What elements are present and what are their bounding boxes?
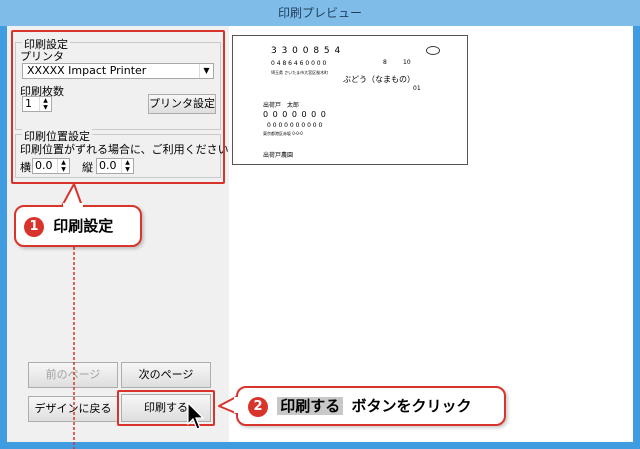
callout-click-print: 2 印刷する ボタンをクリック bbox=[236, 386, 506, 426]
callout-2-pointer-cover bbox=[234, 397, 239, 413]
callout-2-tag: 印刷する bbox=[277, 397, 344, 415]
callout-1-pointer-cover bbox=[63, 203, 83, 207]
callout-2-number: 2 bbox=[248, 396, 268, 417]
callout-print-settings: 1 印刷設定 bbox=[14, 205, 142, 247]
callout-1-text: 印刷設定 bbox=[53, 217, 114, 235]
callout-1-number: 1 bbox=[24, 216, 44, 237]
callout-2-text: ボタンをクリック bbox=[351, 397, 472, 415]
